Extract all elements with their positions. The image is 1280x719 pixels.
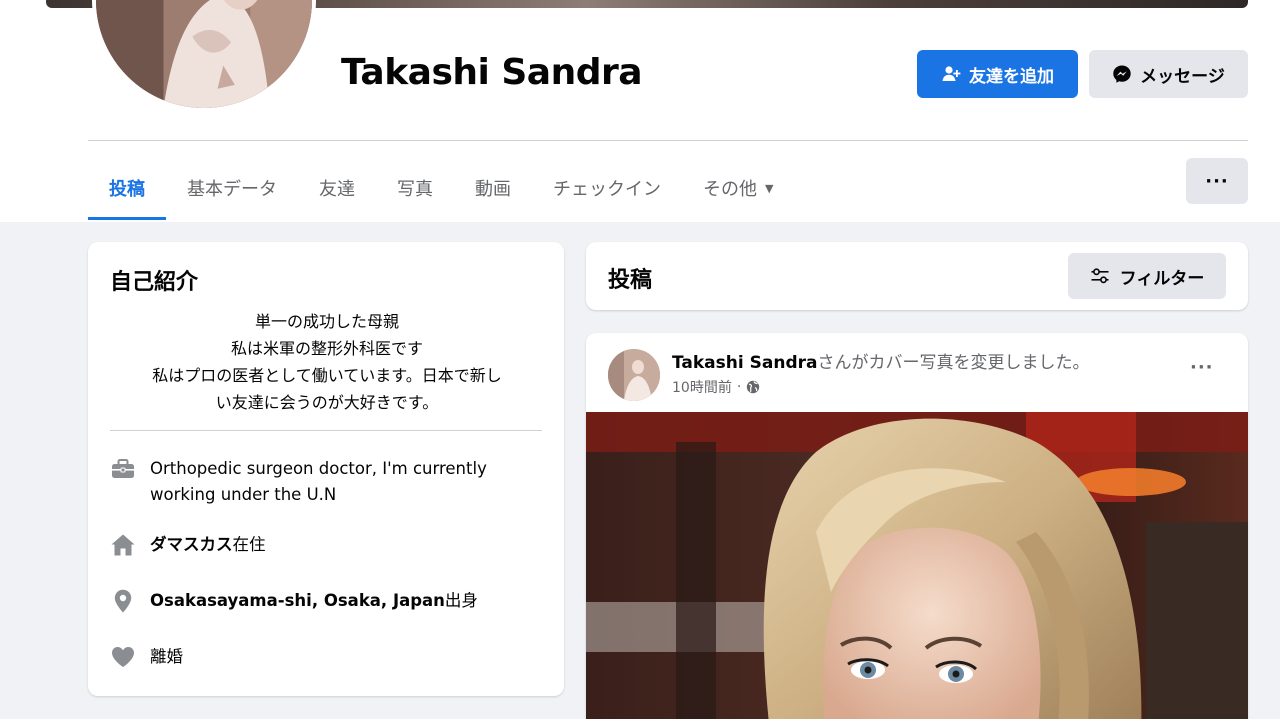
from-place[interactable]: Osakasayama-shi, Osaka, Japan (150, 591, 445, 610)
add-friend-button[interactable]: 友達を追加 (917, 50, 1078, 98)
profile-options-button[interactable]: ··· (1186, 158, 1248, 204)
tab-label: チェックイン (553, 179, 661, 200)
post-meta: 10時間前 · (672, 377, 760, 397)
posts-title: 投稿 (608, 268, 653, 293)
work-text: Orthopedic surgeon doctor, I'm currently… (150, 459, 487, 504)
tab-label: 写真 (397, 179, 433, 200)
lives-in-text: ダマスカス在住 (150, 532, 266, 558)
bio: 単一の成功した母親 私は米軍の整形外科医です 私はプロの医者として働いています。… (104, 308, 550, 416)
intro-card: 自己紹介 単一の成功した母親 私は米軍の整形外科医です 私はプロの医者として働い… (88, 242, 564, 696)
caret-down-icon: ▼ (765, 181, 774, 195)
message-button[interactable]: メッセージ (1089, 50, 1248, 98)
filter-button[interactable]: フィルター (1068, 253, 1226, 299)
tab-photos[interactable]: 写真 (376, 156, 454, 220)
messenger-icon (1112, 64, 1132, 84)
relationship-text: 離婚 (150, 647, 183, 666)
bio-line: 私は米軍の整形外科医です (230, 339, 423, 358)
map-pin-icon (110, 588, 136, 614)
profile-name: Takashi Sandra (341, 52, 643, 93)
lives-in-info: ダマスカス在住 (110, 532, 266, 558)
tab-posts[interactable]: 投稿 (88, 156, 166, 220)
bio-line: 私はプロの医者として働いています。日本で新し (152, 366, 502, 385)
filter-label: フィルター (1119, 268, 1205, 289)
post-author-avatar[interactable] (608, 349, 660, 401)
header-divider (88, 140, 1248, 141)
sliders-icon (1090, 266, 1110, 286)
from-suffix: 出身 (444, 591, 478, 610)
lives-in-place[interactable]: ダマスカス (150, 535, 233, 554)
globe-icon (746, 380, 760, 394)
house-icon (110, 532, 136, 558)
profile-tabs: 投稿 基本データ 友達 写真 動画 チェックイン その他 ▼ (88, 156, 794, 220)
intro-divider (110, 430, 542, 431)
person-plus-icon (941, 64, 961, 84)
post-card: Takashi Sandraさんがカバー写真を変更しました。 10時間前 · ·… (586, 333, 1248, 719)
heart-icon (110, 644, 136, 670)
intro-title: 自己紹介 (110, 270, 199, 295)
tab-label: 友達 (319, 179, 355, 200)
posts-header-card: 投稿 フィルター (586, 242, 1248, 310)
post-author-line: Takashi Sandraさんがカバー写真を変更しました。 (672, 348, 1089, 373)
tab-label: 動画 (475, 179, 511, 200)
post-photo[interactable] (586, 412, 1248, 719)
bio-line: い友達に会うのが大好きです。 (215, 393, 439, 412)
relationship-info: 離婚 (110, 644, 183, 670)
tab-label: 基本データ (187, 179, 277, 200)
post-action-text: さんがカバー写真を変更しました。 (817, 353, 1090, 373)
tab-videos[interactable]: 動画 (454, 156, 532, 220)
tab-about[interactable]: 基本データ (166, 156, 298, 220)
meta-separator: · (736, 379, 742, 395)
tab-check-ins[interactable]: チェックイン (532, 156, 682, 220)
work-info: Orthopedic surgeon doctor, I'm currently… (110, 456, 530, 508)
profile-picture[interactable] (92, 0, 316, 112)
from-text: Osakasayama-shi, Osaka, Japan出身 (150, 588, 478, 614)
from-info: Osakasayama-shi, Osaka, Japan出身 (110, 588, 478, 614)
message-label: メッセージ (1140, 66, 1225, 87)
profile-header: Takashi Sandra 友達を追加 メッセージ 投稿 基本データ 友達 写… (0, 0, 1280, 222)
post-timestamp[interactable]: 10時間前 (672, 377, 732, 397)
tab-friends[interactable]: 友達 (298, 156, 376, 220)
tab-more[interactable]: その他 ▼ (682, 156, 794, 220)
post-options-button[interactable]: ··· (1190, 357, 1214, 378)
post-author-name[interactable]: Takashi Sandra (672, 353, 817, 373)
lives-in-suffix: 在住 (232, 535, 266, 554)
tab-label: その他 (703, 179, 757, 200)
briefcase-icon (110, 456, 136, 482)
add-friend-label: 友達を追加 (969, 66, 1054, 87)
bio-line: 単一の成功した母親 (254, 312, 399, 331)
tab-label: 投稿 (109, 179, 145, 200)
